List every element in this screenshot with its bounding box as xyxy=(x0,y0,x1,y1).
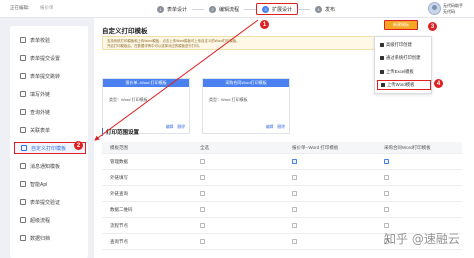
arrow-to-sidebar-item xyxy=(94,19,259,141)
annotation-arrows xyxy=(94,19,259,141)
callout-badge-1: 1 xyxy=(260,20,269,29)
watermark-text: 知乎 @速融云 xyxy=(384,232,460,246)
callout-badge-3: 3 xyxy=(428,22,437,31)
callout-badge-4: 4 xyxy=(434,79,443,88)
callout-badge-2: 2 xyxy=(74,141,83,150)
